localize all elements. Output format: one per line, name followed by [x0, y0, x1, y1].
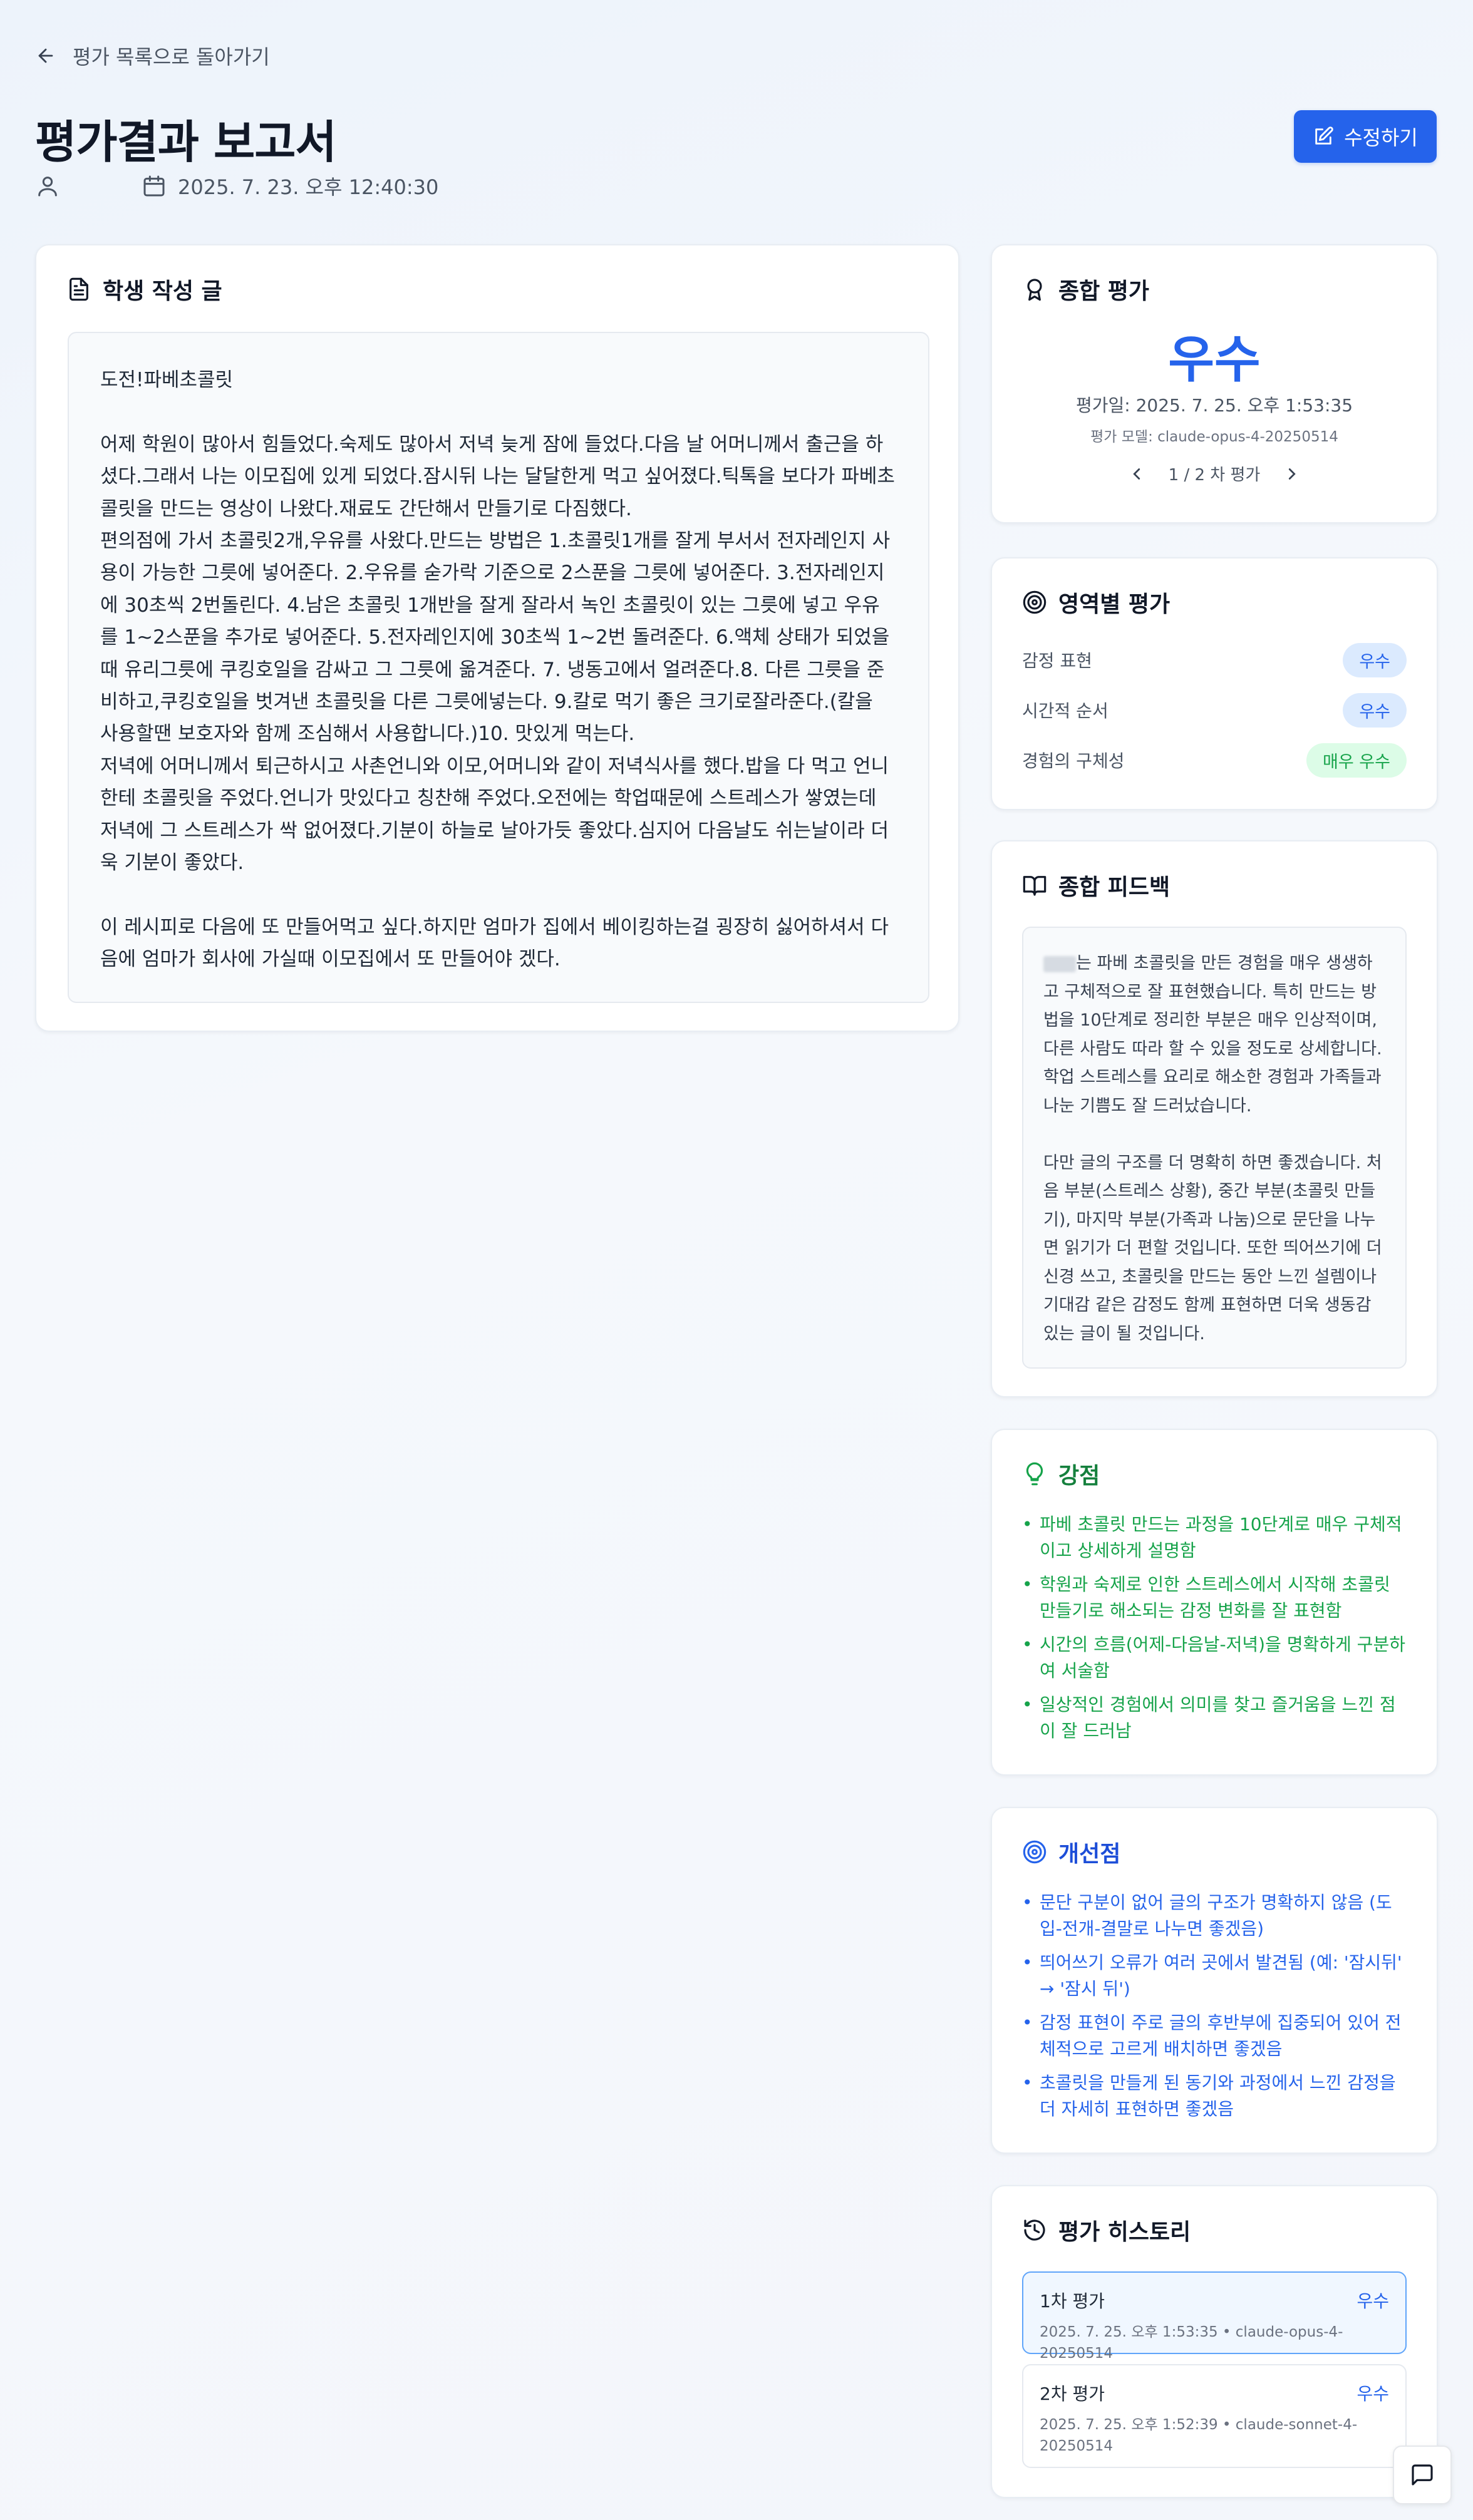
- history-item-label: 2차 평가: [1040, 2384, 1105, 2404]
- history-item-meta: 2025. 7. 25. 오후 1:53:35 • claude-opus-4-…: [1040, 2324, 1343, 2362]
- page-title: 평가결과 보고서: [35, 116, 337, 168]
- report-date: 2025. 7. 23. 오후 12:40:30: [178, 175, 439, 199]
- list-item: 초콜릿을 만들게 된 동기와 과정에서 느낀 감정을 더 자세히 표현하면 좋겠…: [1022, 2070, 1407, 2122]
- essay-heading: 학생 작성 글: [66, 273, 222, 306]
- history-item-grade: 우수: [1357, 2291, 1389, 2312]
- area-grade-badge: 매우 우수: [1306, 743, 1407, 778]
- area-row-emotion: 감정 표현 우수: [1022, 642, 1407, 677]
- essay-text: 도전!파베초콜릿 어제 학원이 많아서 힘들었다.숙제도 많아서 저녁 늦게 잠…: [68, 332, 929, 1003]
- feedback-text: 는 파베 초콜릿을 만든 경험을 매우 생생하고 구체적으로 잘 표현했습니다.…: [1043, 954, 1382, 1344]
- overall-evaluation-card: 종합 평가 우수 평가일: 2025. 7. 25. 오후 1:53:35 평가…: [991, 244, 1438, 523]
- area-heading-label: 영역별 평가: [1058, 592, 1171, 617]
- strengths-card: 강점 파베 초콜릿 만드는 과정을 10단계로 매우 구체적이고 상세하게 설명…: [991, 1429, 1438, 1776]
- strengths-heading: 강점: [1022, 1458, 1100, 1490]
- history-item-2[interactable]: 2차 평가 우수 2025. 7. 25. 오후 1:52:39 • claud…: [1022, 2364, 1407, 2468]
- overall-heading-label: 종합 평가: [1058, 279, 1150, 304]
- evaluation-date: 평가일: 2025. 7. 25. 오후 1:53:35: [1075, 395, 1353, 416]
- award-icon: [1027, 279, 1042, 301]
- evaluation-pager: 1 / 2 차 평가: [992, 462, 1437, 485]
- pager-label: 1 / 2 차 평가: [1168, 466, 1261, 485]
- back-link-label: 평가 목록으로 돌아가기: [73, 45, 270, 69]
- area-row-time-order: 시간적 순서 우수: [1022, 692, 1407, 728]
- list-item: 시간의 흐름(어제-다음날-저녁)을 명확하게 구분하여 서술함: [1022, 1632, 1407, 1684]
- document-icon: [70, 277, 88, 301]
- chevron-left-icon[interactable]: [1127, 465, 1146, 483]
- edit-button-label: 수정하기: [1344, 126, 1418, 150]
- evaluation-model: 평가 모델: claude-opus-4-20250514: [1090, 429, 1338, 445]
- chat-button[interactable]: [1393, 2445, 1452, 2504]
- evaluation-history-card: 평가 히스토리 1차 평가 우수 2025. 7. 25. 오후 1:53:35…: [991, 2185, 1438, 2498]
- list-item: 학원과 숙제로 인한 스트레스에서 시작해 초콜릿 만들기로 해소되는 감정 변…: [1022, 1571, 1407, 1624]
- overall-heading: 종합 평가: [1022, 273, 1149, 306]
- improvements-heading: 개선점: [1022, 1836, 1120, 1868]
- overall-feedback-card: 종합 피드백 는 파베 초콜릿을 만든 경험을 매우 생생하고 구체적으로 잘 …: [991, 840, 1438, 1397]
- book-open-icon: [1023, 876, 1047, 896]
- improvements-heading-label: 개선점: [1058, 1841, 1121, 1867]
- list-item: 일상적인 경험에서 의미를 찾고 즐거움을 느낀 점이 잘 드러남: [1022, 1692, 1407, 1744]
- area-label: 경험의 구체성: [1022, 751, 1125, 771]
- area-row-specificity: 경험의 구체성 매우 우수: [1022, 743, 1407, 778]
- report-meta: 2025. 7. 23. 오후 12:40:30: [35, 172, 438, 200]
- message-square-icon: [1412, 2464, 1433, 2486]
- area-label: 감정 표현: [1022, 651, 1092, 671]
- history-icon: [1024, 2219, 1045, 2241]
- list-item: 파베 초콜릿 만드는 과정을 10단계로 매우 구체적이고 상세하게 설명함: [1022, 1511, 1407, 1564]
- list-item: 문단 구분이 없어 글의 구조가 명확하지 않음 (도입-전개-결말로 나누면 …: [1022, 1890, 1407, 1942]
- history-item-grade: 우수: [1357, 2384, 1389, 2404]
- target-icon: [1023, 1840, 1047, 1864]
- area-grade-badge: 우수: [1343, 692, 1407, 728]
- calendar-icon: [143, 175, 165, 197]
- essay-heading-label: 학생 작성 글: [103, 279, 222, 304]
- history-item-label: 1차 평가: [1040, 2291, 1105, 2312]
- feedback-heading: 종합 피드백: [1022, 869, 1170, 902]
- feedback-heading-label: 종합 피드백: [1058, 875, 1171, 900]
- improvements-list: 문단 구분이 없어 글의 구조가 명확하지 않음 (도입-전개-결말로 나누면 …: [1022, 1890, 1407, 2130]
- improvements-card: 개선점 문단 구분이 없어 글의 구조가 명확하지 않음 (도입-전개-결말로 …: [991, 1807, 1438, 2154]
- back-to-list-link[interactable]: 평가 목록으로 돌아가기: [35, 41, 270, 70]
- lightbulb-icon: [1026, 1462, 1043, 1486]
- feedback-text-box: 는 파베 초콜릿을 만든 경험을 매우 생생하고 구체적으로 잘 표현했습니다.…: [1022, 927, 1407, 1369]
- list-item: 감정 표현이 주로 글의 후반부에 집중되어 있어 전체적으로 고르게 배치하면…: [1022, 2010, 1407, 2062]
- area-evaluation-card: 영역별 평가 감정 표현 우수 시간적 순서 우수 경험의 구체성 매우 우수: [991, 557, 1438, 810]
- target-icon: [1023, 590, 1047, 614]
- area-label: 시간적 순서: [1022, 701, 1109, 721]
- history-heading: 평가 히스토리: [1022, 2214, 1191, 2246]
- arrow-left-icon: [38, 48, 53, 63]
- edit-button[interactable]: 수정하기: [1294, 110, 1437, 163]
- history-heading-label: 평가 히스토리: [1058, 2219, 1191, 2245]
- student-essay-card: 학생 작성 글 도전!파베초콜릿 어제 학원이 많아서 힘들었다.숙제도 많아서…: [35, 244, 959, 1032]
- chevron-right-icon[interactable]: [1283, 465, 1301, 483]
- user-icon: [38, 177, 57, 197]
- redacted-name: [1043, 955, 1076, 972]
- list-item: 띄어쓰기 오류가 여러 곳에서 발견됨 (예: '잠시뒤' → '잠시 뒤'): [1022, 1950, 1407, 2002]
- edit-icon: [1315, 126, 1333, 145]
- history-item-1[interactable]: 1차 평가 우수 2025. 7. 25. 오후 1:53:35 • claud…: [1022, 2271, 1407, 2362]
- strengths-list: 파베 초콜릿 만드는 과정을 10단계로 매우 구체적이고 상세하게 설명함 학…: [1022, 1511, 1407, 1752]
- area-grade-badge: 우수: [1343, 642, 1407, 677]
- area-heading: 영역별 평가: [1022, 586, 1170, 619]
- strengths-heading-label: 강점: [1058, 1463, 1100, 1489]
- overall-grade: 우수: [1168, 331, 1261, 389]
- history-item-meta: 2025. 7. 25. 오후 1:52:39 • claude-sonnet-…: [1040, 2417, 1358, 2454]
